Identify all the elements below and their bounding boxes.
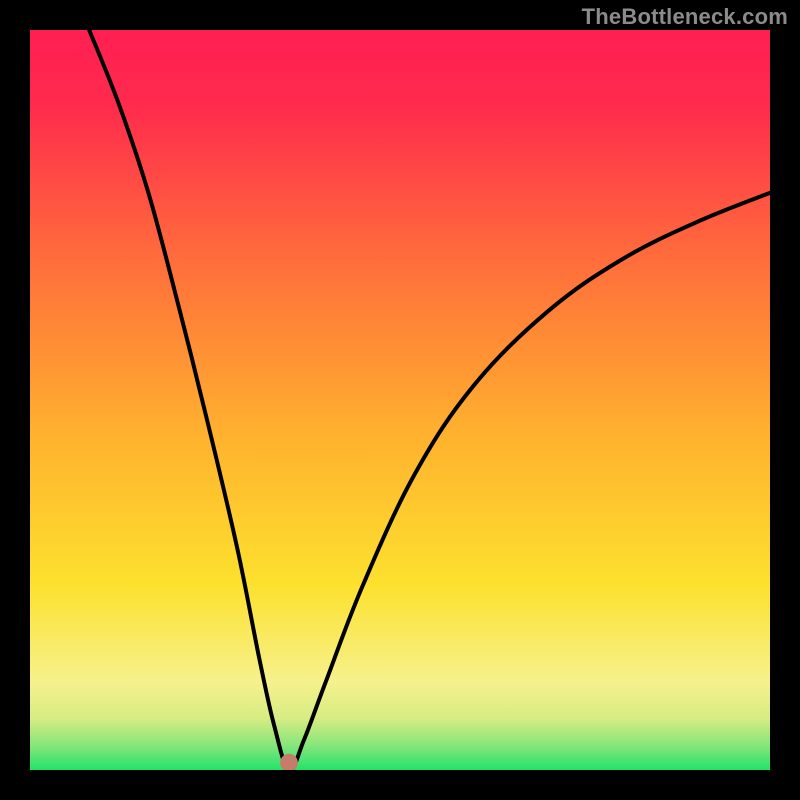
watermark-text: TheBottleneck.com — [582, 4, 788, 30]
bottleneck-chart — [30, 30, 770, 770]
chart-frame — [30, 30, 770, 770]
chart-background-gradient — [30, 30, 770, 770]
